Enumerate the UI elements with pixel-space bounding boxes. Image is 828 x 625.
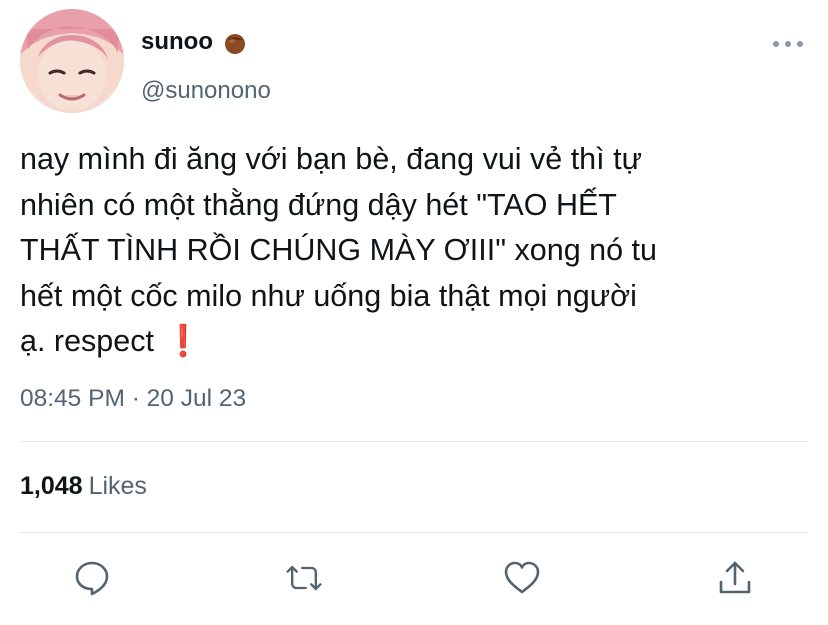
tweet-line: THẤT TÌNH RỒI CHÚNG MÀY ƠIII" xong nó tu — [20, 233, 657, 267]
likes-label: Likes — [88, 472, 147, 500]
exclamation-emoji-icon: ❗ — [163, 324, 202, 358]
chestnut-emoji-icon — [223, 31, 245, 54]
tweet-line-last: ạ. respect ❗ — [20, 319, 810, 365]
more-dot — [773, 41, 779, 47]
avatar-photo — [20, 9, 124, 113]
share-icon — [719, 561, 751, 594]
tweet-line: nay mình đi ăng với bạn bè, đang vui vẻ … — [20, 142, 642, 176]
divider — [20, 532, 808, 533]
tweet-line: hết một cốc milo như uống bia thật mọi n… — [20, 278, 637, 313]
retweet-icon — [286, 565, 322, 591]
like-button[interactable] — [502, 558, 542, 598]
reply-icon — [75, 561, 109, 596]
avatar[interactable] — [20, 9, 124, 113]
retweet-button[interactable] — [284, 558, 324, 598]
tweet-line: nhiên có một thằng đứng dậy hét "TAO HẾT — [20, 187, 617, 222]
meta-separator: · — [131, 385, 140, 412]
tweet-date: 20 Jul 23 — [146, 385, 247, 412]
likes-count: 1,048 — [20, 472, 83, 500]
divider — [20, 441, 808, 442]
tweet-text: nay mình đi ăng với bạn bè, đang vui vẻ … — [20, 137, 810, 365]
tweet-actions — [0, 558, 828, 602]
display-name-text: sunoo — [141, 28, 213, 55]
tweet-time: 08:45 PM — [20, 385, 125, 412]
user-handle[interactable]: @sunonono — [141, 77, 271, 105]
display-name[interactable]: sunoo — [141, 28, 245, 56]
share-button[interactable] — [715, 558, 755, 598]
likes-stat[interactable]: 1,048 Likes — [20, 472, 147, 501]
tweet-timestamp[interactable]: 08:45 PM · 20 Jul 23 — [20, 385, 246, 413]
more-options-icon[interactable] — [773, 30, 803, 58]
more-dot — [797, 41, 803, 47]
reply-button[interactable] — [72, 558, 112, 598]
tweet-line: ạ. respect — [20, 324, 154, 358]
like-icon — [504, 561, 540, 594]
more-dot — [785, 41, 791, 47]
